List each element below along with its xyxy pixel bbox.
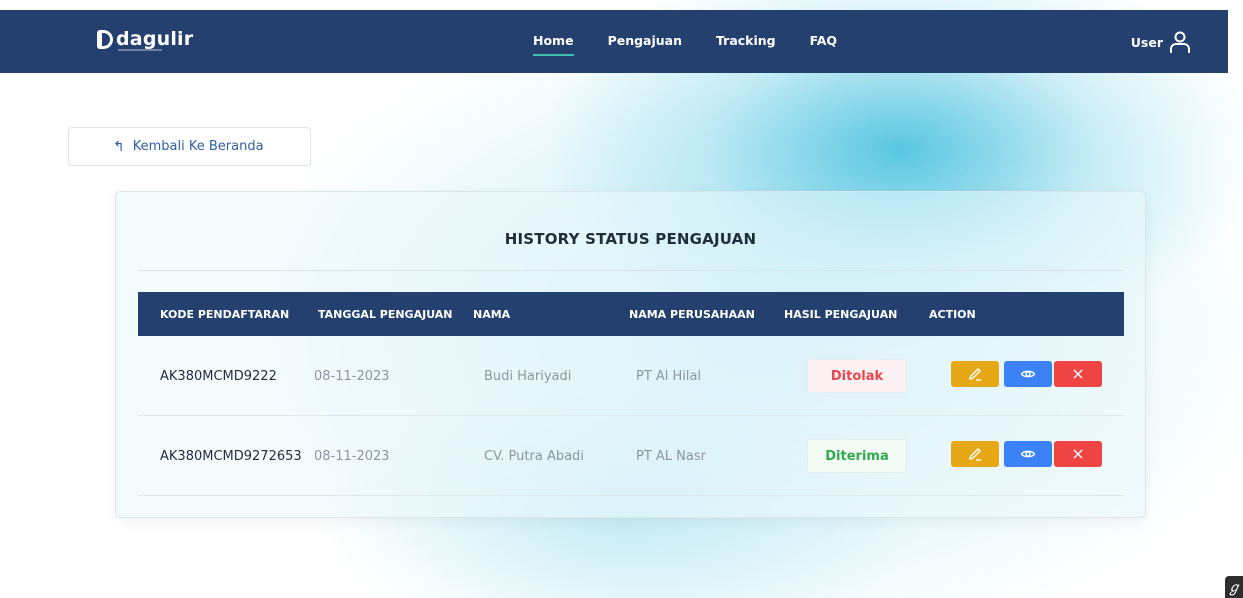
row-code: AK380MCMD9272653: [160, 449, 302, 464]
top-navbar: dagulir Home Pengajuan Tracking FAQ User: [0, 10, 1228, 73]
row-name: Budi Hariyadi: [484, 369, 572, 384]
nav-links: Home Pengajuan Tracking FAQ: [533, 33, 871, 56]
row-company: PT Al Hilal: [636, 369, 702, 384]
row-company: PT AL Nasr: [636, 449, 706, 464]
status-badge: Diterima: [807, 439, 907, 473]
row-date: 08-11-2023: [314, 369, 390, 384]
col-action: ACTION: [929, 308, 976, 321]
col-tanggal-pengajuan: TANGGAL PENGAJUAN: [318, 308, 453, 321]
col-hasil-pengajuan: HASIL PENGAJUAN: [784, 308, 898, 321]
nav-item-tracking[interactable]: Tracking: [716, 33, 776, 48]
user-icon: [1170, 31, 1190, 53]
row-code: AK380MCMD9222: [160, 369, 277, 384]
arrow-return-left-icon: ↰: [113, 138, 125, 155]
row-name: CV. Putra Abadi: [484, 449, 584, 464]
table-row: AK380MCMD9222 08-11-2023 Budi Hariyadi P…: [138, 336, 1124, 416]
close-icon: [1073, 369, 1083, 379]
status-badge: Ditolak: [807, 359, 907, 393]
nav-item-home[interactable]: Home: [533, 33, 574, 56]
delete-button[interactable]: [1054, 361, 1102, 387]
brand-name: dagulir: [116, 28, 194, 50]
table-row: AK380MCMD9272653 08-11-2023 CV. Putra Ab…: [138, 416, 1124, 496]
floating-widget-icon[interactable]: ℊ: [1225, 576, 1243, 598]
nav-item-faq[interactable]: FAQ: [810, 33, 837, 48]
pencil-icon: [969, 368, 981, 381]
brand-logo[interactable]: dagulir: [97, 28, 194, 51]
eye-icon: [1020, 450, 1036, 458]
back-to-home-button[interactable]: ↰ Kembali Ke Beranda: [68, 127, 311, 166]
user-menu[interactable]: User: [1131, 30, 1191, 54]
edit-button[interactable]: [951, 441, 999, 467]
brand-tagline-mark: [118, 49, 162, 51]
nav-item-pengajuan[interactable]: Pengajuan: [608, 33, 682, 48]
row-date: 08-11-2023: [314, 449, 390, 464]
view-button[interactable]: [1004, 361, 1052, 387]
col-nama: NAMA: [473, 308, 511, 321]
col-nama-perusahaan: NAMA PERUSAHAAN: [629, 308, 755, 321]
title-divider: [138, 270, 1123, 271]
edit-button[interactable]: [951, 361, 999, 387]
history-title: HISTORY STATUS PENGAJUAN: [504, 230, 757, 248]
history-card: HISTORY STATUS PENGAJUAN KODE PENDAFTARA…: [115, 191, 1146, 518]
close-icon: [1073, 449, 1083, 459]
user-label: User: [1130, 34, 1163, 50]
logo-mark-icon: [97, 29, 113, 49]
back-button-label: Kembali Ke Beranda: [132, 139, 264, 154]
eye-icon: [1020, 370, 1036, 378]
view-button[interactable]: [1004, 441, 1052, 467]
pencil-icon: [969, 448, 981, 461]
delete-button[interactable]: [1054, 441, 1102, 467]
col-kode-pendaftaran: KODE PENDAFTARAN: [160, 308, 290, 321]
table-header: KODE PENDAFTARAN TANGGAL PENGAJUAN NAMA …: [138, 292, 1124, 336]
